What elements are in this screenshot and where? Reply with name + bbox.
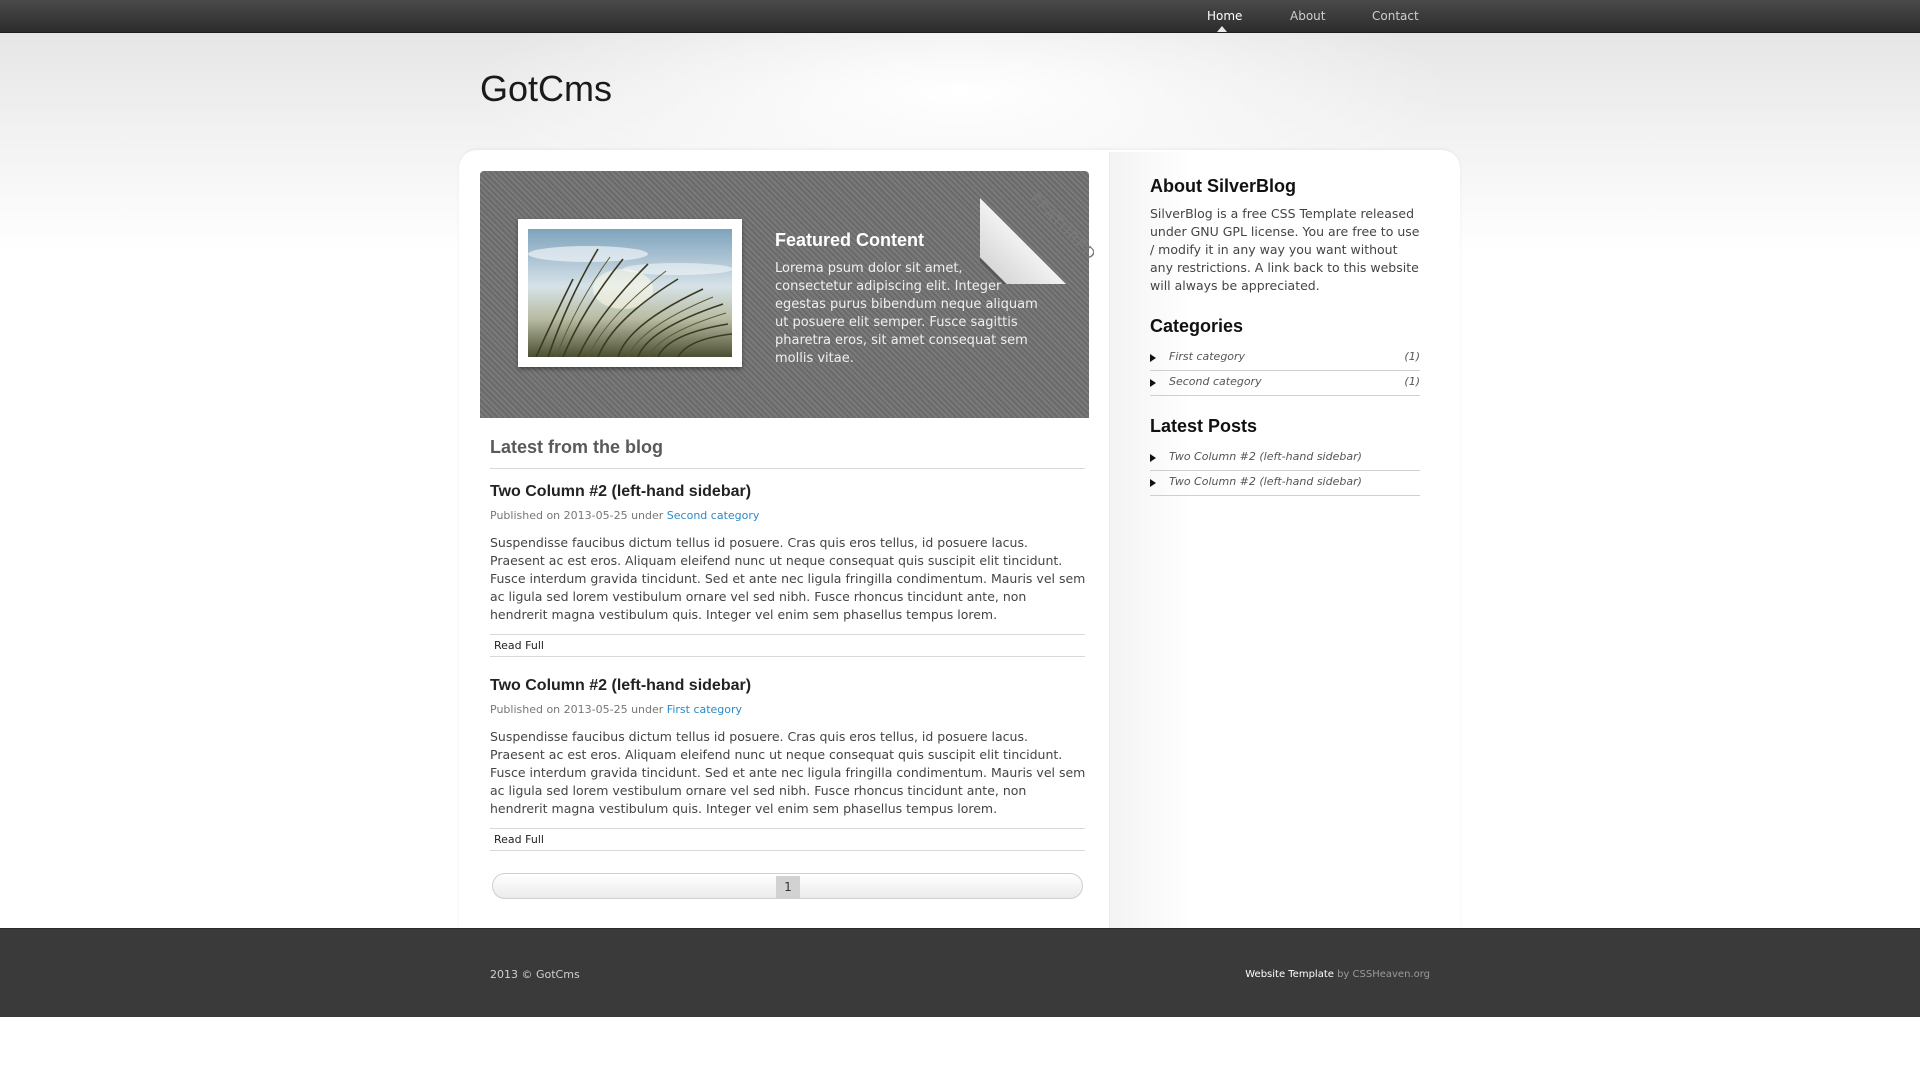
footer-copyright: 2013 © GotCms — [490, 968, 580, 981]
categories-heading: Categories — [1150, 316, 1244, 336]
category-item[interactable]: First category (1) — [1150, 346, 1420, 371]
blog-section-heading: Latest from the blog — [490, 437, 664, 457]
featured-title: Featured Content — [775, 230, 925, 250]
triangle-bullet-icon — [1150, 379, 1156, 387]
post-category-link[interactable]: First category — [667, 703, 742, 716]
category-count: (1) — [1404, 375, 1420, 388]
footer-credit: Website Template by CSSHeaven.org — [1245, 969, 1430, 980]
post-meta: Published on 2013-05-25 under Second cat… — [490, 509, 759, 522]
latest-posts-heading: Latest Posts — [1150, 416, 1258, 436]
post-title[interactable]: Two Column #2 (left-hand sidebar) — [490, 677, 751, 695]
category-link[interactable]: First category — [1169, 350, 1245, 363]
latest-post-item[interactable]: Two Column #2 (left-hand sidebar) — [1150, 446, 1420, 471]
post-meta: Published on 2013-05-25 under First cate… — [490, 703, 742, 716]
read-full-link[interactable]: Read Full — [494, 833, 544, 846]
featured-image-frame[interactable] — [518, 219, 742, 367]
nav-contact-link[interactable]: Contact — [1372, 0, 1419, 33]
triangle-bullet-icon — [1150, 354, 1156, 362]
grass-photo-illustration — [528, 229, 732, 357]
post-divider — [490, 850, 1085, 851]
website-template-link[interactable]: Website Template — [1245, 969, 1334, 980]
post-meta-prefix: Published on 2013-05-25 under — [490, 509, 667, 522]
category-count: (1) — [1404, 350, 1420, 363]
site-title[interactable]: GotCms — [480, 68, 612, 110]
post-divider — [490, 656, 1085, 657]
category-link[interactable]: Second category — [1169, 375, 1262, 388]
post-excerpt: Suspendisse faucibus dictum tellus id po… — [490, 535, 1086, 622]
post-title[interactable]: Two Column #2 (left-hand sidebar) — [490, 483, 751, 501]
pagination-page-1[interactable]: 1 — [776, 876, 800, 898]
post-excerpt: Suspendisse faucibus dictum tellus id po… — [490, 729, 1086, 816]
post-divider — [490, 828, 1085, 829]
about-heading: About SilverBlog — [1150, 176, 1297, 196]
about-text: SilverBlog is a free CSS Template releas… — [1150, 206, 1420, 293]
triangle-bullet-icon — [1150, 454, 1156, 462]
latest-post-link[interactable]: Two Column #2 (left-hand sidebar) — [1169, 475, 1362, 488]
triangle-bullet-icon — [1150, 479, 1156, 487]
footer: 2013 © GotCms Website Template by CSSHea… — [0, 928, 1920, 1017]
section-divider — [490, 468, 1085, 469]
top-navigation-bar: Home About Contact — [0, 0, 1920, 33]
nav-about-link[interactable]: About — [1290, 0, 1325, 33]
read-full-link[interactable]: Read Full — [494, 639, 544, 652]
category-item[interactable]: Second category (1) — [1150, 371, 1420, 396]
featured-image[interactable] — [528, 229, 732, 357]
active-nav-indicator — [1217, 26, 1227, 32]
latest-post-item[interactable]: Two Column #2 (left-hand sidebar) — [1150, 471, 1420, 496]
latest-post-link[interactable]: Two Column #2 (left-hand sidebar) — [1169, 450, 1362, 463]
footer-credit-by: by CSSHeaven.org — [1333, 969, 1430, 980]
featured-description: Lorema psum dolor sit amet, consectetur … — [775, 261, 1038, 366]
post-meta-prefix: Published on 2013-05-25 under — [490, 703, 667, 716]
post-category-link[interactable]: Second category — [667, 509, 760, 522]
post-divider — [490, 634, 1085, 635]
